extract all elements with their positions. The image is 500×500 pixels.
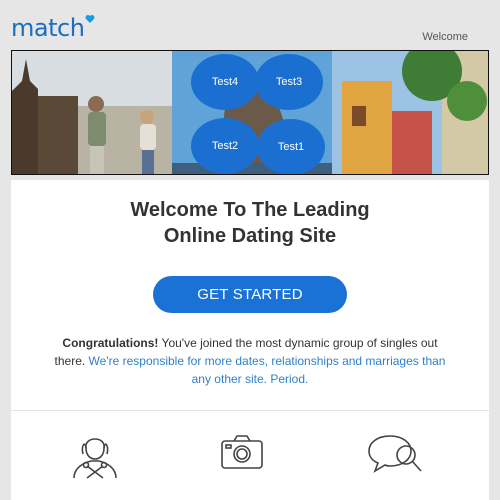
test4-button[interactable]: Test4 [191,54,259,110]
red-house [392,111,432,174]
divider [11,410,489,411]
man-pants [90,146,104,174]
church-building [38,96,78,174]
match-logo[interactable]: match [11,14,85,42]
yellow-house [342,81,392,174]
woman-jeans [142,150,154,174]
chat-search-icon [368,435,422,473]
test1-button[interactable]: Test1 [257,119,325,174]
heart-icon [85,15,95,23]
headline-line-1: Welcome To The Leading [130,199,370,221]
house-window [352,106,366,126]
test2-button[interactable]: Test2 [191,118,259,174]
intro-text: Congratulations! You've joined the most … [47,334,453,388]
page-title: Welcome To The Leading Online Dating Sit… [11,197,489,249]
man-shirt [88,112,106,146]
photo-banner: Test4 Test3 Test2 Test1 [11,50,489,175]
intro-strong: Congratulations! [62,336,159,350]
get-started-button[interactable]: GET STARTED [153,276,347,313]
test3-button[interactable]: Test3 [255,54,323,110]
intro-link[interactable]: We're responsible for more dates, relati… [89,354,446,386]
profile-tools-icon [73,438,117,479]
headline-line-2: Online Dating Site [163,225,337,247]
welcome-link[interactable]: Welcome [422,31,468,43]
woman-shirt [140,124,156,150]
camera-icon [221,435,263,469]
top-bar: match Welcome [0,0,500,50]
welcome-card: Welcome To The Leading Online Dating Sit… [11,180,489,500]
tree-canopy [447,81,487,121]
man-head [88,96,104,112]
woman-head [140,110,154,124]
